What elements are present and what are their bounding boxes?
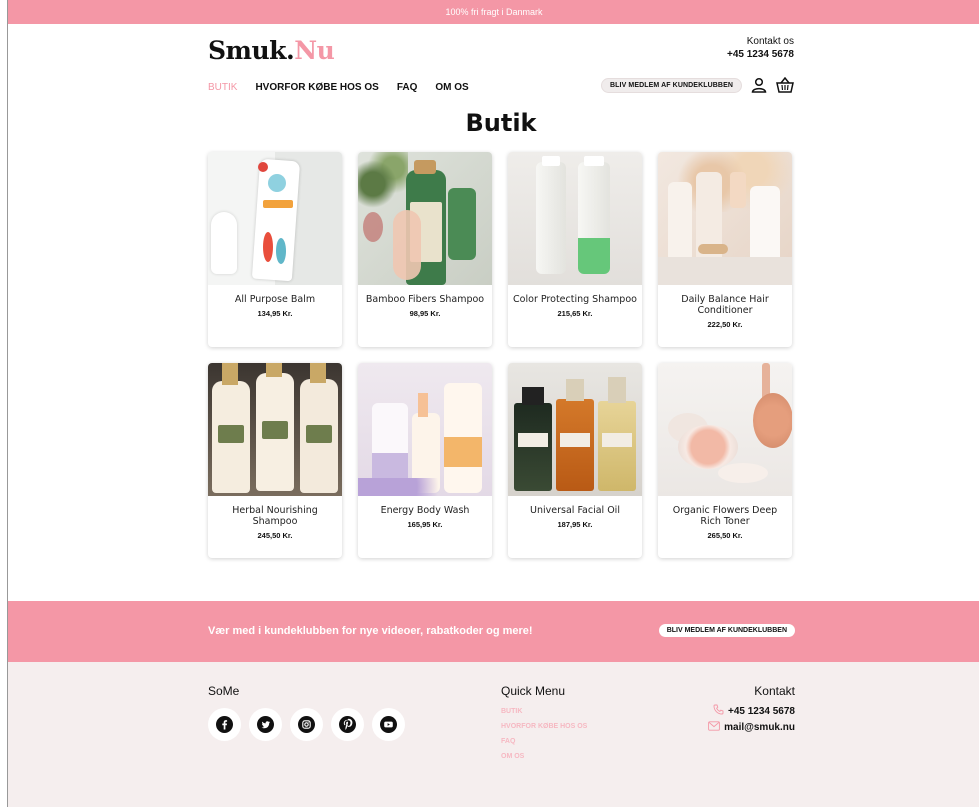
product-name: Organic Flowers Deep Rich Toner (672, 505, 778, 527)
product-price: 98,95 Kr. (409, 309, 441, 318)
product-card[interactable]: All Purpose Balm 134,95 Kr. (208, 152, 342, 347)
product-image-energy (358, 363, 492, 496)
product-card[interactable]: Herbal Nourishing Shampoo 245,50 Kr. (208, 363, 342, 558)
product-card[interactable]: Organic Flowers Deep Rich Toner 265,50 K… (658, 363, 792, 558)
product-grid: All Purpose Balm 134,95 Kr. Bamboo Fiber… (208, 152, 794, 558)
logo-main: Smuk. (208, 36, 295, 65)
product-price: 187,95 Kr. (557, 520, 593, 529)
header-contact: Kontakt os +45 1234 5678 (727, 35, 794, 61)
footer-quick-menu: Quick Menu BUTIK HVORFOR KØBE HOS OS FAQ… (501, 684, 587, 764)
facebook-icon[interactable] (208, 708, 241, 741)
site-logo[interactable]: Smuk.Nu (208, 36, 335, 65)
page: 100% fri fragt i Danmark Smuk.Nu Kontakt… (7, 0, 979, 807)
youtube-icon[interactable] (372, 708, 405, 741)
free-shipping-text: 100% fri fragt i Danmark (445, 7, 543, 17)
product-image-herbal (208, 363, 342, 496)
quick-link-hvorfor[interactable]: HVORFOR KØBE HOS OS (501, 719, 587, 734)
product-name: Universal Facial Oil (530, 505, 620, 516)
product-name: Daily Balance Hair Conditioner (681, 294, 769, 316)
contact-label[interactable]: Kontakt os (727, 35, 794, 48)
product-name: All Purpose Balm (234, 294, 316, 305)
product-card[interactable]: Universal Facial Oil 187,95 Kr. (508, 363, 642, 558)
user-icon[interactable] (750, 76, 768, 94)
product-price: 222,50 Kr. (707, 320, 743, 329)
product-name: Bamboo Fibers Shampoo (365, 294, 485, 305)
footer-phone: +45 1234 5678 (727, 705, 795, 717)
product-card[interactable]: Daily Balance Hair Conditioner 222,50 Kr… (658, 152, 792, 347)
product-price: 245,50 Kr. (257, 531, 293, 540)
product-card[interactable]: Energy Body Wash 165,95 Kr. (358, 363, 492, 558)
footer-phone-row[interactable]: +45 1234 5678 (708, 704, 795, 718)
product-name: Herbal Nourishing Shampoo (232, 505, 318, 527)
main-nav: BUTIK HVORFOR KØBE HOS OS FAQ OM OS (208, 82, 469, 93)
logo-accent: Nu (294, 36, 335, 65)
product-name: Color Protecting Shampoo (513, 294, 637, 305)
product-price: 165,95 Kr. (407, 520, 443, 529)
product-card[interactable]: Color Protecting Shampoo 215,65 Kr. (508, 152, 642, 347)
twitter-icon[interactable] (249, 708, 282, 741)
nav-item-faq[interactable]: FAQ (397, 82, 418, 93)
club-banner-button[interactable]: BLIV MEDLEM AF KUNDEKLUBBEN (658, 624, 795, 637)
nav-item-hvorfor[interactable]: HVORFOR KØBE HOS OS (255, 82, 378, 93)
nav-item-butik[interactable]: BUTIK (208, 82, 237, 93)
club-banner: Vær med i kundeklubben for nye videoer, … (8, 601, 979, 662)
product-image-toner (658, 363, 792, 496)
product-image-oil (508, 363, 642, 496)
nav-item-om-os[interactable]: OM OS (435, 82, 468, 93)
quick-link-om-os[interactable]: OM OS (501, 749, 587, 764)
contact-phone[interactable]: +45 1234 5678 (727, 48, 794, 61)
footer-email-row[interactable]: mail@smuk.nu (708, 721, 795, 734)
quick-link-butik[interactable]: BUTIK (501, 704, 587, 719)
footer-quick-title: Quick Menu (501, 684, 566, 698)
club-banner-text: Vær med i kundeklubben for nye videoer, … (208, 625, 533, 637)
product-image-balm (208, 152, 342, 285)
basket-icon[interactable] (776, 76, 794, 94)
free-shipping-bar: 100% fri fragt i Danmark (8, 0, 979, 24)
footer-contact-title: Kontakt (754, 684, 795, 698)
product-image-color (508, 152, 642, 285)
product-price: 265,50 Kr. (707, 531, 743, 540)
mail-icon (708, 721, 720, 734)
footer-some-title: SoMe (208, 684, 240, 698)
social-links (208, 708, 405, 741)
product-name: Energy Body Wash (380, 505, 470, 516)
instagram-icon[interactable] (290, 708, 323, 741)
pinterest-icon[interactable] (331, 708, 364, 741)
footer: SoMe Quick Menu BUTIK HVORFOR KØBE HOS O… (8, 662, 979, 807)
footer-email: mail@smuk.nu (724, 722, 795, 733)
page-title: Butik (465, 109, 537, 137)
join-club-button[interactable]: BLIV MEDLEM AF KUNDEKLUBBEN (601, 77, 742, 93)
quick-links: BUTIK HVORFOR KØBE HOS OS FAQ OM OS (501, 704, 587, 764)
product-image-bamboo (358, 152, 492, 285)
product-price: 134,95 Kr. (257, 309, 293, 318)
phone-icon (713, 704, 724, 718)
product-card[interactable]: Bamboo Fibers Shampoo 98,95 Kr. (358, 152, 492, 347)
header-tools: BLIV MEDLEM AF KUNDEKLUBBEN (601, 76, 794, 94)
quick-link-faq[interactable]: FAQ (501, 734, 587, 749)
product-image-daily (658, 152, 792, 285)
product-price: 215,65 Kr. (557, 309, 593, 318)
footer-contact: Kontakt +45 1234 5678 mail@smuk.nu (708, 684, 795, 734)
footer-social: SoMe (208, 684, 405, 741)
